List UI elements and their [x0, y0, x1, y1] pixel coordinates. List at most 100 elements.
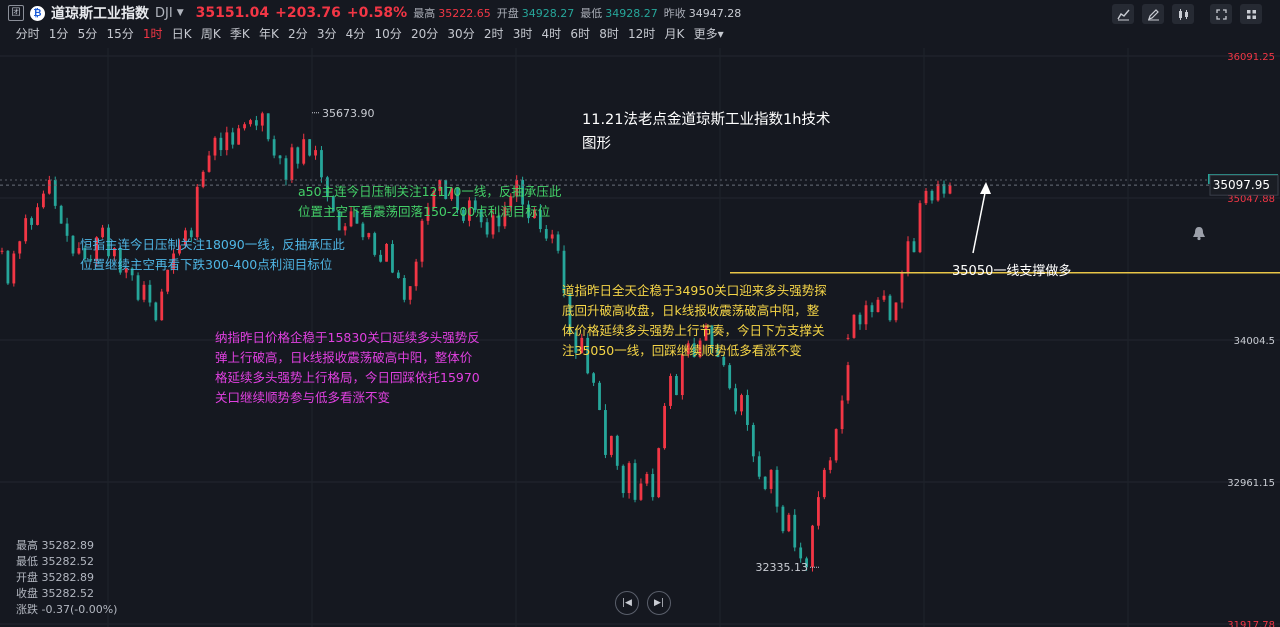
chart-title-line: 11.21法老点金道琼斯工业指数1h技术 — [582, 112, 831, 128]
timeframe-tab[interactable]: 4时 — [537, 25, 566, 43]
candle-body — [840, 400, 844, 430]
candle-body — [894, 302, 898, 321]
candle-body — [657, 448, 661, 498]
timeframe-tab[interactable]: 6时 — [566, 25, 595, 43]
timeframe-tab[interactable]: 分时 — [11, 25, 44, 43]
annotation-line: 体价格延续多头强势上行节奏，今日下方支撑关 — [562, 323, 825, 338]
candle-body — [775, 469, 779, 507]
candle-body — [402, 278, 406, 300]
fullscreen-button[interactable] — [1210, 4, 1232, 24]
draw-tool-button[interactable] — [1142, 4, 1164, 24]
candle-body — [846, 337, 850, 339]
candle-body — [858, 314, 862, 325]
settings-button[interactable] — [1240, 4, 1262, 24]
ohlc-info: 最高 35282.89 最低 35282.52 开盘 35282.89 收盘 3… — [16, 538, 117, 618]
candle-body — [751, 424, 755, 457]
annotation-line: 关口继续顺势参与低多看涨不变 — [215, 390, 391, 405]
timeframe-tab[interactable]: 季K — [225, 25, 254, 43]
price-change: +203.76 — [275, 5, 341, 21]
candle-body — [367, 233, 371, 238]
timeframe-tab[interactable]: 2时 — [479, 25, 508, 43]
candle-body — [290, 147, 294, 181]
candle-body — [609, 435, 613, 455]
timeframe-tab[interactable]: 20分 — [406, 25, 442, 43]
timeframe-tab[interactable]: 3时 — [508, 25, 537, 43]
annotation-dow: 道指昨日全天企稳于34950关口迎来多头强势探 底回升破高收盘，日k线报收震荡破… — [562, 281, 827, 361]
candle-body — [834, 429, 838, 461]
candle-body — [59, 205, 63, 224]
prev-close-value: 34947.28 — [688, 6, 742, 20]
instrument-code[interactable]: DJI — [155, 6, 173, 21]
candle-body — [30, 218, 33, 225]
timeframe-tab[interactable]: 10分 — [370, 25, 406, 43]
timeframe-tab[interactable]: 30分 — [443, 25, 479, 43]
candle-body — [266, 113, 270, 140]
candle-body — [65, 223, 69, 236]
candle-body — [302, 139, 306, 164]
indicator-icon — [1116, 9, 1130, 20]
timeframe-tab[interactable]: 1分 — [44, 25, 73, 43]
chart-title: 11.21法老点金道琼斯工业指数1h技术 图形 — [582, 108, 830, 156]
bell-icon[interactable] — [1190, 225, 1208, 241]
next-button[interactable]: ▶| — [647, 591, 671, 615]
timeframe-tab[interactable]: 月K — [660, 25, 689, 43]
candle-style-button[interactable] — [1172, 4, 1194, 24]
candle-body — [799, 547, 803, 559]
candle-body — [615, 435, 619, 466]
annotation-line: 弹上行破高，日k线报收震荡破高中阳，整体价 — [215, 350, 473, 365]
candle-body — [420, 220, 424, 262]
group-badge-icon[interactable]: 团 — [8, 5, 24, 21]
timeframe-tab[interactable]: 1时 — [138, 25, 167, 43]
candle-body — [396, 272, 400, 279]
chart-title-line: 图形 — [582, 136, 611, 152]
timeframe-tab[interactable]: 4分 — [341, 25, 370, 43]
annotation-line: 底回升破高收盘，日k线报收震荡破高中阳，整 — [562, 303, 820, 318]
timeframe-tabs: 分时 1分 5分 15分 1时 日K 周K 季K 年K 2分 3分 4分 10分 20分 30分 2时 3时 4时… — [11, 25, 728, 43]
timeframe-tab[interactable]: 8时 — [595, 25, 624, 43]
candle-body — [0, 250, 4, 252]
candle-body — [136, 275, 140, 300]
low-marker-label: 32335.13 — [756, 561, 809, 574]
low-label: 最低 — [580, 7, 603, 20]
timeframe-tab[interactable]: 2分 — [283, 25, 312, 43]
candle-body — [12, 253, 16, 284]
annotation-nasdaq: 纳指昨日价格企稳于15830关口延续多头强势反 弹上行破高，日k线报收震荡破高中… — [215, 328, 480, 408]
candle-body — [550, 234, 554, 239]
candle-body — [320, 150, 323, 178]
timeframe-tab[interactable]: 15分 — [102, 25, 138, 43]
grid-menu-icon — [1246, 9, 1256, 19]
timeframe-tab[interactable]: 更多▾ — [689, 25, 728, 43]
candle-body — [408, 286, 412, 300]
chevron-down-icon[interactable]: ▼ — [177, 8, 184, 18]
timeframe-tab[interactable]: 3分 — [312, 25, 341, 43]
info-close: 收盘 35282.52 — [16, 587, 94, 600]
candle-body — [645, 473, 649, 484]
indicator-tool-button[interactable] — [1112, 4, 1134, 24]
quote-row: 团 ₿ 道琼斯工业指数 DJI ▼ 35151.04 +203.76 +0.58… — [8, 3, 741, 23]
candle-body — [924, 190, 928, 204]
candle-body — [243, 124, 246, 129]
support-label: 35050一线支撑做多 — [952, 264, 1072, 279]
timeframe-tab[interactable]: 年K — [254, 25, 283, 43]
timeframe-tab[interactable]: 12时 — [623, 25, 659, 43]
candle-body — [864, 305, 868, 325]
timeframe-tab[interactable]: 周K — [196, 25, 225, 43]
timeframe-tab[interactable]: 5分 — [73, 25, 102, 43]
candle-body — [373, 233, 377, 255]
annotation-a50: a50主连今日压制关注12170一线，反抽承压此 位置主空下看震荡回落150-2… — [298, 182, 561, 222]
chart-area[interactable]: 36091.25 35047.88 34004.5 32961.15 31917.78 3… — [0, 48, 1280, 627]
candle-body — [936, 184, 940, 201]
info-low: 最低 35282.52 — [16, 555, 94, 568]
candle-body — [296, 147, 300, 164]
candle-body — [260, 113, 264, 126]
info-open: 开盘 35282.89 — [16, 571, 94, 584]
candle-body — [870, 305, 874, 313]
candle-body — [556, 234, 560, 251]
instrument-name[interactable]: 道琼斯工业指数 — [51, 3, 149, 23]
candle-body — [225, 132, 229, 151]
candle-body — [769, 469, 773, 489]
timeframe-tab[interactable]: 日K — [167, 25, 196, 43]
expand-icon — [1215, 8, 1227, 20]
prev-button[interactable]: |◀ — [615, 591, 639, 615]
last-price: 35151.04 — [195, 5, 270, 21]
